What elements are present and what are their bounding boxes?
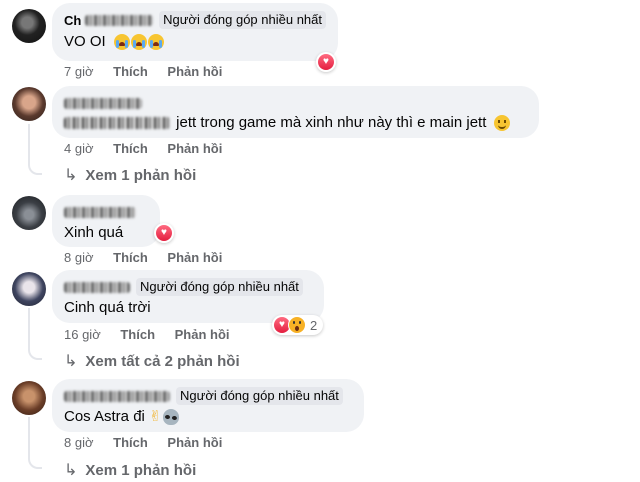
comment-bubble: Người đóng góp nhiều nhất Cos Astra đi ✌ <box>52 379 364 432</box>
comment-bubble: jett trong game mà xinh như này thì e ma… <box>52 86 539 138</box>
reply-arrow-icon: ↳ <box>64 167 78 184</box>
top-fan-badge: Người đóng góp nhiều nhất <box>176 387 343 405</box>
thread-line <box>28 417 42 469</box>
like-button[interactable]: Thích <box>113 64 148 79</box>
comment-bubble: Xinh quá <box>52 195 160 247</box>
comment-time[interactable]: 16 giờ <box>64 327 101 342</box>
comment-text-row: VO OI <box>64 32 326 52</box>
thread-line <box>28 124 42 175</box>
comment-text: VO OI <box>64 33 106 50</box>
top-fan-badge: Người đóng góp nhiều nhất <box>159 11 326 29</box>
view-replies-label: Xem 1 phản hồi <box>85 166 197 184</box>
comment-author-blurred <box>64 206 136 218</box>
blurred-mention <box>64 117 170 130</box>
avatar[interactable] <box>12 272 46 306</box>
reply-arrow-icon: ↳ <box>64 462 78 479</box>
love-reaction-icon: ♥ <box>318 54 334 70</box>
comment-author[interactable]: Ch <box>64 13 81 28</box>
love-reaction-icon: ♥ <box>156 225 172 241</box>
view-replies-link[interactable]: ↳ Xem tất cả 2 phản hồi <box>64 351 240 371</box>
view-replies-link[interactable]: ↳ Xem 1 phản hồi <box>64 460 196 480</box>
like-button[interactable]: Thích <box>120 327 155 342</box>
comment-text-row: Xinh quá <box>64 223 148 243</box>
avatar[interactable] <box>12 87 46 121</box>
reaction-count: 2 <box>310 317 318 333</box>
comment-text-row: jett trong game mà xinh như này thì e ma… <box>64 113 527 133</box>
comment-meta: 16 giờ Thích Phản hồi <box>64 327 246 342</box>
reply-button[interactable]: Phản hồi <box>167 250 222 265</box>
reaction-summary[interactable]: ♥ 2 <box>272 315 324 335</box>
comment-text: Cinh quá trời <box>64 299 151 316</box>
smiling-face-icon <box>493 115 510 132</box>
crying-face-icon <box>113 34 130 51</box>
victory-hand-icon: ✌ <box>149 408 162 426</box>
avatar[interactable] <box>12 196 46 230</box>
comment-meta: 8 giờ Thích Phản hồi <box>64 435 238 450</box>
top-fan-badge: Người đóng góp nhiều nhất <box>136 278 303 296</box>
comment-author-blurred <box>64 390 170 402</box>
comment-meta: 4 giờ Thích Phản hồi <box>64 141 238 156</box>
reply-arrow-icon: ↳ <box>64 353 78 370</box>
comment-time[interactable]: 8 giờ <box>64 435 94 450</box>
reply-button[interactable]: Phản hồi <box>175 327 230 342</box>
avatar[interactable] <box>12 381 46 415</box>
view-replies-label: Xem tất cả 2 phản hồi <box>85 352 240 370</box>
comment-text: jett trong game mà xinh như này thì e ma… <box>176 114 487 131</box>
reply-button[interactable]: Phản hồi <box>167 435 222 450</box>
comment-author-blurred <box>64 281 130 293</box>
like-button[interactable]: Thích <box>113 250 148 265</box>
comment-meta: 7 giờ Thích Phản hồi <box>64 64 238 79</box>
comment-time[interactable]: 7 giờ <box>64 64 94 79</box>
comment-author-blurred <box>64 97 142 109</box>
like-button[interactable]: Thích <box>113 141 148 156</box>
crying-face-icon <box>130 34 147 51</box>
thread-line <box>28 308 42 360</box>
alien-icon <box>162 409 179 426</box>
comment-text: Cos Astra đi <box>64 408 145 425</box>
like-button[interactable]: Thích <box>113 435 148 450</box>
reaction-summary[interactable]: ♥ <box>154 223 174 243</box>
comment-meta: 8 giờ Thích Phản hồi <box>64 250 238 265</box>
comment-time[interactable]: 4 giờ <box>64 141 94 156</box>
comment-author-blurred <box>85 14 154 26</box>
reply-button[interactable]: Phản hồi <box>167 141 222 156</box>
reply-button[interactable]: Phản hồi <box>167 64 222 79</box>
crying-face-icon <box>147 34 164 51</box>
reaction-summary[interactable]: ♥ <box>316 52 336 72</box>
comment-bubble: Ch Người đóng góp nhiều nhất VO OI <box>52 3 338 61</box>
comment-text-row: Cos Astra đi ✌ <box>64 407 352 427</box>
view-replies-link[interactable]: ↳ Xem 1 phản hồi <box>64 165 196 185</box>
view-replies-label: Xem 1 phản hồi <box>85 461 197 479</box>
avatar[interactable] <box>12 9 46 43</box>
comment-time[interactable]: 8 giờ <box>64 250 94 265</box>
wow-reaction-icon <box>288 316 306 334</box>
comment-text-row: Cinh quá trời <box>64 298 312 318</box>
comment-text: Xinh quá <box>64 224 124 241</box>
